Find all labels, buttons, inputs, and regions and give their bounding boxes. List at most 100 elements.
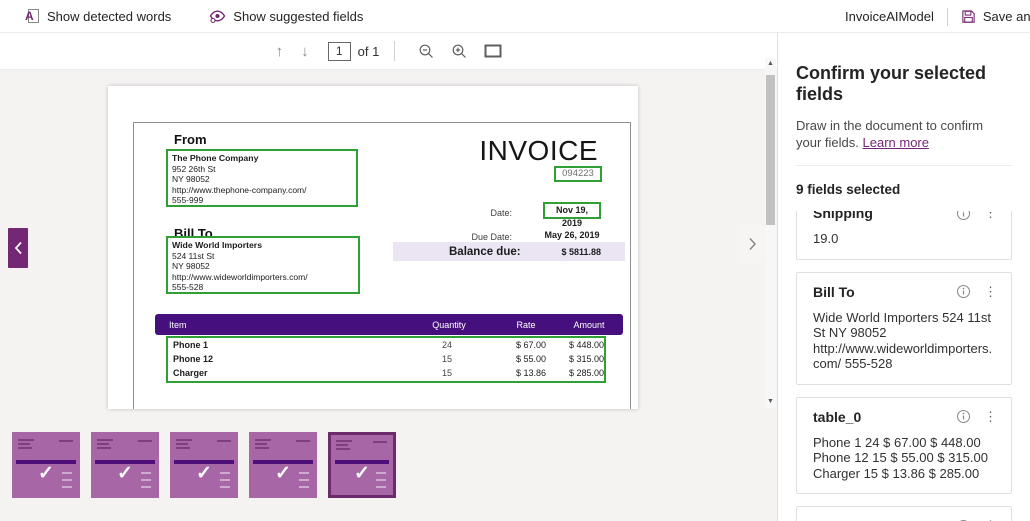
page-thumbnail-3[interactable]: ✓ bbox=[170, 432, 238, 498]
page-count-label: of 1 bbox=[357, 43, 380, 59]
zoom-in-button[interactable] bbox=[443, 43, 476, 60]
scroll-down-arrow-icon[interactable]: ▼ bbox=[767, 396, 774, 408]
fields-panel: Confirm your selected fields Draw in the… bbox=[777, 33, 1030, 521]
from-line: 952 26th St bbox=[172, 163, 216, 174]
item-rate: $ 67.00 bbox=[515, 340, 546, 350]
zoom-in-icon bbox=[452, 44, 467, 58]
from-line: NY 98052 bbox=[172, 174, 210, 185]
scroll-up-arrow-icon[interactable]: ▲ bbox=[767, 58, 774, 70]
more-options-icon[interactable]: ⋮ bbox=[984, 409, 997, 425]
previous-document-button[interactable] bbox=[8, 228, 28, 268]
field-card-title: Shipping bbox=[813, 211, 873, 221]
chevron-right-icon bbox=[748, 237, 756, 251]
item-amount: $ 448.00 bbox=[568, 340, 604, 350]
toolbar-divider bbox=[394, 41, 396, 61]
table-row: Charger 15 $ 13.86 $ 285.00 bbox=[168, 368, 604, 382]
previous-page-button[interactable]: ↑ bbox=[267, 43, 293, 60]
invoice-page: From The Phone Company 952 26th St NY 98… bbox=[108, 86, 638, 409]
bill-to-line: NY 98052 bbox=[172, 261, 210, 272]
date-label: Date: bbox=[490, 208, 512, 218]
items-table-header: Item Quantity Rate Amount bbox=[155, 314, 623, 335]
save-and-close-button[interactable]: Save and close bbox=[961, 9, 1030, 24]
page-thumbnails: ✓ ✓ ✓ ✓ ✓ bbox=[12, 432, 396, 498]
next-page-button[interactable]: ↓ bbox=[292, 43, 318, 60]
from-field-box[interactable]: The Phone Company 952 26th St NY 98052 h… bbox=[166, 149, 358, 207]
document-viewer: ↑ ↓ of 1 bbox=[0, 33, 777, 521]
field-card-value: Wide World Importers 524 11st St NY 9805… bbox=[813, 309, 993, 372]
page-thumbnail-5-selected[interactable]: ✓ bbox=[328, 432, 396, 498]
due-date-label: Due Date: bbox=[471, 232, 512, 242]
save-icon bbox=[962, 10, 975, 23]
show-detected-words-label: Show detected words bbox=[47, 8, 172, 24]
zoom-out-button[interactable] bbox=[410, 43, 443, 60]
learn-more-link[interactable]: Learn more bbox=[863, 135, 929, 150]
item-name: Phone 12 bbox=[173, 354, 214, 364]
save-and-close-label: Save and close bbox=[982, 9, 1030, 24]
detected-words-icon: A bbox=[25, 9, 39, 23]
item-rate: $ 13.86 bbox=[515, 368, 546, 378]
check-icon: ✓ bbox=[354, 463, 370, 484]
chevron-left-icon bbox=[14, 241, 22, 255]
more-options-icon[interactable]: ⋮ bbox=[984, 284, 997, 300]
viewer-scrollbar[interactable]: ▲ ▼ bbox=[765, 58, 776, 408]
fit-to-page-button[interactable] bbox=[476, 44, 510, 58]
info-icon[interactable] bbox=[956, 409, 971, 424]
bill-to-company: Wide World Importers bbox=[172, 240, 263, 250]
field-card-title: Bill To bbox=[813, 283, 855, 300]
next-document-button[interactable] bbox=[740, 225, 764, 263]
items-table-field-box[interactable]: Phone 1 24 $ 67.00 $ 448.00 Phone 12 15 … bbox=[166, 336, 606, 383]
invoice-number-field-box[interactable]: 094223 bbox=[554, 166, 602, 182]
header-quantity: Quantity bbox=[432, 320, 466, 330]
viewer-toolbar: ↑ ↓ of 1 bbox=[0, 33, 777, 70]
field-card-bill-to[interactable]: Bill To ⋮ Wide World Importers 524 11st … bbox=[796, 271, 1012, 385]
balance-due-label: Balance due: bbox=[449, 245, 521, 258]
info-icon[interactable] bbox=[956, 211, 971, 221]
field-card-subtotal[interactable]: Subtotal ⋮ 975.00 bbox=[796, 506, 1012, 521]
page-thumbnail-2[interactable]: ✓ bbox=[91, 432, 159, 498]
item-quantity: 15 bbox=[441, 354, 452, 364]
table-row: Phone 1 24 $ 67.00 $ 448.00 bbox=[168, 340, 604, 354]
header-rate: Rate bbox=[516, 320, 536, 330]
page-number-input[interactable] bbox=[327, 41, 351, 61]
header-amount: Amount bbox=[573, 320, 605, 330]
field-card-shipping[interactable]: Shipping ⋮ 19.0 bbox=[796, 211, 1012, 260]
more-options-icon[interactable]: ⋮ bbox=[984, 211, 997, 221]
suggested-fields-icon bbox=[210, 10, 226, 24]
from-heading: From bbox=[174, 132, 207, 147]
show-detected-words-button[interactable]: A Show detected words bbox=[24, 8, 171, 24]
bill-to-line: 555-528 bbox=[172, 282, 204, 293]
top-toolbar: A Show detected words Show suggested fie… bbox=[0, 0, 1030, 33]
check-icon: ✓ bbox=[117, 463, 133, 484]
zoom-out-icon bbox=[419, 44, 434, 58]
bill-to-line: 524 11st St bbox=[172, 250, 215, 261]
check-icon: ✓ bbox=[38, 463, 54, 484]
balance-due-value: $ 5811.88 bbox=[561, 246, 601, 257]
field-card-value: Phone 1 24 $ 67.00 $ 448.00 Phone 12 15 … bbox=[813, 434, 988, 481]
scrollbar-thumb[interactable] bbox=[766, 75, 775, 225]
info-icon[interactable] bbox=[956, 284, 971, 299]
field-card-table-0[interactable]: table_0 ⋮ Phone 1 24 $ 67.00 $ 448.00 Ph… bbox=[796, 396, 1012, 494]
panel-description: Draw in the document to confirm your fie… bbox=[796, 117, 1012, 151]
item-amount: $ 285.00 bbox=[568, 368, 604, 378]
item-amount: $ 315.00 bbox=[568, 354, 604, 364]
item-quantity: 24 bbox=[441, 340, 452, 350]
from-line: 555-999 bbox=[172, 195, 204, 206]
date-field-box[interactable]: Nov 19, 2019 bbox=[543, 202, 601, 228]
field-card-value: 19.0 bbox=[813, 231, 839, 246]
topbar-divider bbox=[946, 7, 948, 26]
item-quantity: 15 bbox=[441, 368, 452, 378]
header-item: Item bbox=[169, 320, 187, 330]
page-thumbnail-1[interactable]: ✓ bbox=[12, 432, 80, 498]
page-thumbnail-4[interactable]: ✓ bbox=[249, 432, 317, 498]
bill-to-field-box[interactable]: Wide World Importers 524 11st St NY 9805… bbox=[166, 236, 360, 294]
item-name: Charger bbox=[173, 368, 208, 378]
show-suggested-fields-button[interactable]: Show suggested fields bbox=[209, 8, 363, 24]
panel-title: Confirm your selected fields bbox=[796, 63, 987, 104]
item-rate: $ 55.00 bbox=[515, 354, 546, 364]
show-suggested-fields-label: Show suggested fields bbox=[233, 8, 364, 24]
item-name: Phone 1 bbox=[173, 340, 209, 350]
fit-to-page-icon bbox=[484, 44, 502, 58]
check-icon: ✓ bbox=[196, 463, 212, 484]
fields-selected-count: 9 fields selected bbox=[796, 182, 901, 197]
check-icon: ✓ bbox=[275, 463, 291, 484]
